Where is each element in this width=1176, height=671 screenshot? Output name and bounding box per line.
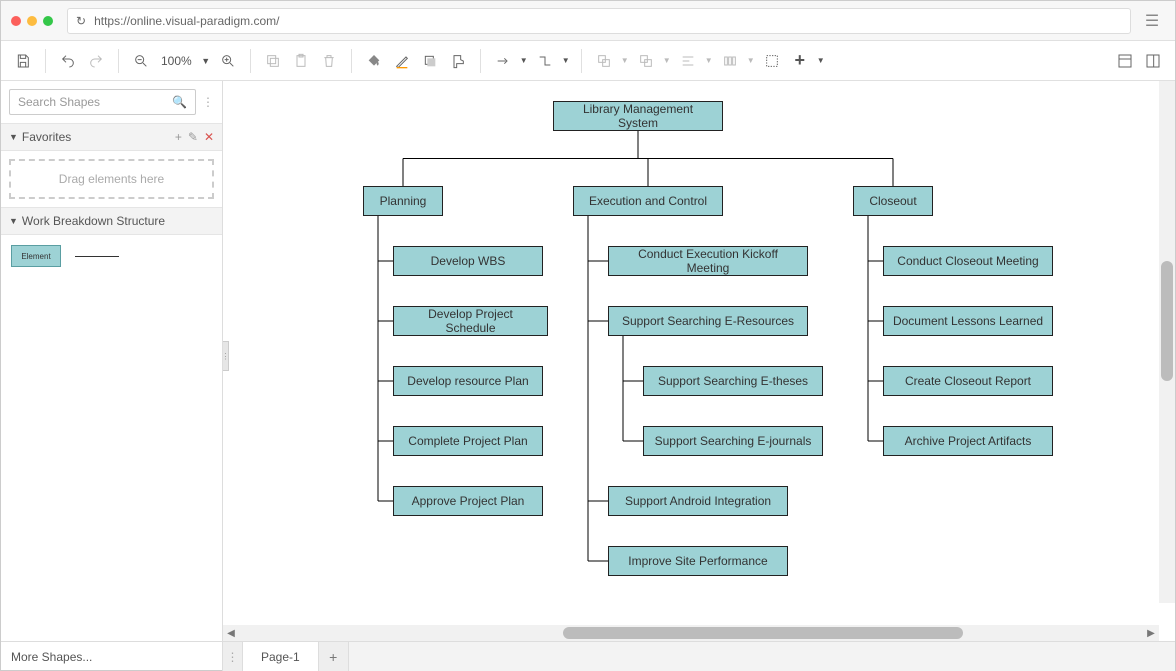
delete-button[interactable]: [317, 49, 341, 73]
close-window-icon[interactable]: [11, 16, 21, 26]
connector-style-button[interactable]: [491, 49, 515, 73]
palette-element-shape[interactable]: Element: [11, 245, 61, 267]
shape-palette: Element: [1, 235, 222, 277]
undo-button[interactable]: [56, 49, 80, 73]
copy-button[interactable]: [261, 49, 285, 73]
search-icon: 🔍: [172, 95, 187, 109]
url-text: https://online.visual-paradigm.com/: [94, 14, 279, 28]
format-panel-toggle[interactable]: [1113, 49, 1137, 73]
hamburger-menu-icon[interactable]: ☰: [1139, 8, 1165, 34]
add-page-button[interactable]: +: [319, 642, 349, 671]
shadow-button[interactable]: [418, 49, 442, 73]
outline-panel-toggle[interactable]: [1141, 49, 1165, 73]
more-shapes-button[interactable]: More Shapes...: [1, 642, 223, 671]
to-back-button[interactable]: [634, 49, 658, 73]
maximize-window-icon[interactable]: [43, 16, 53, 26]
scroll-left-icon[interactable]: ◀: [225, 627, 237, 639]
footer: More Shapes... ⋮ Page-1 +: [1, 641, 1175, 671]
canvas[interactable]: ⋮ Library Management SystemPlanningExecu…: [223, 81, 1175, 641]
zoom-out-button[interactable]: [129, 49, 153, 73]
paste-button[interactable]: [289, 49, 313, 73]
zoom-level[interactable]: 100%: [157, 54, 196, 68]
redo-button[interactable]: [84, 49, 108, 73]
address-bar: ↻ https://online.visual-paradigm.com/ ☰: [1, 1, 1175, 41]
zoom-in-button[interactable]: [216, 49, 240, 73]
reload-icon[interactable]: ↻: [76, 14, 86, 28]
format-painter-button[interactable]: [446, 49, 470, 73]
sidebar: Search Shapes 🔍 ⋮ ▼ Favorites + ✎ ✕ Drag…: [1, 81, 223, 641]
horizontal-scroll-thumb[interactable]: [563, 627, 963, 639]
edit-favorite-icon[interactable]: ✎: [188, 130, 198, 144]
save-button[interactable]: [11, 49, 35, 73]
tab-menu-icon[interactable]: ⋮: [223, 642, 243, 671]
horizontal-scrollbar[interactable]: ◀ ▶: [223, 625, 1159, 641]
palette-connector-shape[interactable]: [75, 256, 119, 257]
page-tab[interactable]: Page-1: [243, 642, 319, 671]
window-controls: [11, 16, 53, 26]
add-button[interactable]: +: [788, 49, 812, 73]
scroll-right-icon[interactable]: ▶: [1145, 627, 1157, 639]
wbs-panel-header[interactable]: ▼ Work Breakdown Structure: [1, 207, 222, 235]
align-button[interactable]: [676, 49, 700, 73]
minimize-window-icon[interactable]: [27, 16, 37, 26]
page-tabs: ⋮ Page-1 +: [223, 642, 1175, 671]
collapse-icon: ▼: [9, 132, 18, 142]
url-field[interactable]: ↻ https://online.visual-paradigm.com/: [67, 8, 1131, 34]
select-region-button[interactable]: [760, 49, 784, 73]
vertical-scroll-thumb[interactable]: [1161, 261, 1173, 381]
fill-color-button[interactable]: [362, 49, 386, 73]
add-favorite-icon[interactable]: +: [175, 130, 182, 144]
main-area: Search Shapes 🔍 ⋮ ▼ Favorites + ✎ ✕ Drag…: [1, 81, 1175, 641]
vertical-scrollbar[interactable]: [1159, 81, 1175, 603]
distribute-button[interactable]: [718, 49, 742, 73]
favorites-panel-header[interactable]: ▼ Favorites + ✎ ✕: [1, 123, 222, 151]
search-menu-icon[interactable]: ⋮: [202, 95, 214, 109]
waypoint-dropdown-icon[interactable]: ▼: [561, 49, 571, 73]
zoom-dropdown-icon[interactable]: ▼: [200, 49, 212, 73]
favorites-dropzone[interactable]: Drag elements here: [9, 159, 214, 199]
collapse-icon: ▼: [9, 216, 18, 226]
search-shapes-input[interactable]: Search Shapes 🔍: [9, 89, 196, 115]
line-color-button[interactable]: [390, 49, 414, 73]
connector-dropdown-icon[interactable]: ▼: [519, 49, 529, 73]
waypoint-style-button[interactable]: [533, 49, 557, 73]
to-front-button[interactable]: [592, 49, 616, 73]
remove-favorite-icon[interactable]: ✕: [204, 130, 214, 144]
toolbar: 100% ▼ ▼ ▼ ▼ ▼ ▼ ▼ + ▼: [1, 41, 1175, 81]
